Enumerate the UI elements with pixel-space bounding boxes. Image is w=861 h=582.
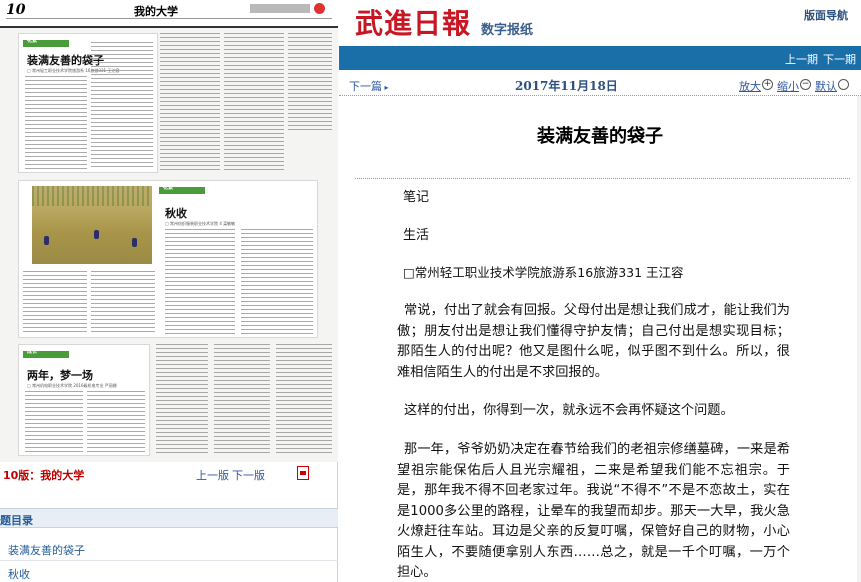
newspaper-logo[interactable]: 武進日報 — [355, 2, 471, 42]
thumbnail-harvest-photo — [32, 186, 152, 264]
pdf-icon[interactable] — [297, 466, 309, 480]
thumbnail-text — [214, 344, 270, 456]
current-version-label: 10版：我的大学 — [3, 469, 85, 482]
next-issue-link[interactable]: 下一期 — [823, 51, 856, 67]
article-scrollbar[interactable] — [857, 96, 861, 582]
thumbnail-text — [224, 33, 284, 173]
thumbnail-article-author: □ 常州机电职业技术学院 2016级机电专业 严丽娜 — [27, 383, 117, 388]
thumbnail-text — [165, 229, 235, 335]
next-article-link[interactable]: 下一篇 — [349, 78, 389, 94]
page-nav-link[interactable]: 版面导航 — [804, 7, 848, 23]
farmer-figure — [132, 238, 137, 247]
thumbnail-text — [276, 344, 332, 456]
article-paragraph-1: 常说，付出了就会有回报。父母付出是想让我们成才，能让我们为傲；朋友付出是想让我们… — [397, 303, 790, 380]
thumbnail-logo-mark — [314, 3, 325, 14]
article-paragraph-2: 这样的付出，你得到一次，就永远不会再怀疑这个问题。 — [404, 403, 734, 418]
directory-header: 题目录 — [0, 508, 338, 528]
thumbnail-text — [91, 271, 155, 335]
directory-item-2[interactable]: 秋收 — [8, 566, 30, 582]
thumbnail-text — [160, 33, 220, 173]
article-panel: 武進日報 数字报纸 版面导航 上一期 下一期 下一篇 2017年11月18日 放… — [339, 0, 861, 582]
thumbnail-page-title: 我的大学 — [134, 5, 178, 18]
thumbnail-text — [87, 391, 145, 453]
article-paragraph-3: 那一年，爷爷奶奶决定在春节给我们的老祖宗修缮墓碑，一来是希望祖宗能保佑后人且光宗… — [397, 442, 790, 580]
thumbnail-article-title: 秋收 — [165, 207, 187, 220]
default-size-icon[interactable] — [838, 79, 849, 90]
default-size-link[interactable]: 默认 — [815, 78, 837, 94]
zoom-in-link[interactable]: 放大 — [739, 78, 761, 94]
site-header: 武進日報 数字报纸 版面导航 — [339, 0, 861, 46]
page-thumbnail-panel: 10 我的大学 花絮 装满友善的袋子 □ 常州轻工职业技术学院旅游系 16旅游3… — [0, 0, 338, 582]
article-category-2: 生活 — [403, 228, 430, 243]
thumbnail-text — [156, 344, 208, 456]
newspaper-page-thumbnail[interactable]: 10 我的大学 花絮 装满友善的袋子 □ 常州轻工职业技术学院旅游系 16旅游3… — [0, 0, 338, 462]
thumbnail-tag: 花絮 — [163, 185, 174, 191]
prev-issue-link[interactable]: 上一期 — [785, 51, 818, 67]
thumbnail-text — [23, 271, 87, 335]
directory-item-1[interactable]: 装满友善的袋子 — [8, 542, 85, 558]
prev-version-link[interactable]: 上一版 — [196, 467, 229, 483]
thumbnail-text — [25, 76, 87, 170]
thumbnail-article-1[interactable]: 花絮 装满友善的袋子 □ 常州轻工职业技术学院旅游系 16旅游331 王江容 — [18, 33, 158, 173]
thumbnail-tag: 花絮 — [27, 38, 38, 44]
farmer-figure — [94, 230, 99, 239]
next-version-link[interactable]: 下一版 — [232, 467, 265, 483]
thumbnail-text — [288, 33, 332, 133]
thumbnail-text — [241, 229, 313, 335]
thumbnail-page-number: 10 — [6, 2, 26, 18]
article-category-1: 笔记 — [403, 190, 430, 205]
thumbnail-article-title: 两年，梦一场 — [27, 369, 93, 382]
directory-divider — [0, 560, 338, 561]
thumbnail-tag: 成长 — [27, 349, 38, 355]
thumbnail-masthead: 10 我的大学 — [0, 0, 338, 28]
farmer-figure — [44, 236, 49, 245]
logo-subtitle: 数字报纸 — [481, 23, 534, 38]
thumbnail-text — [25, 391, 83, 453]
thumbnail-text — [91, 42, 153, 170]
directory-title: 题目录 — [0, 514, 33, 527]
article-toolbar: 下一篇 2017年11月18日 放大 + 缩小 − 默认 — [339, 74, 861, 96]
zoom-out-icon[interactable]: − — [800, 79, 811, 90]
thumbnail-article-author: □ 常州纺织服装职业技术学院 4 栾敏敏 — [165, 221, 236, 226]
article-title: 装满友善的袋子 — [537, 126, 663, 147]
zoom-out-link[interactable]: 缩小 — [777, 78, 799, 94]
issue-nav-bar: 上一期 下一期 — [339, 46, 861, 70]
thumbnail-logo — [250, 4, 310, 13]
article-author: □常州轻工职业技术学院旅游系16旅游331 王江容 — [403, 265, 684, 280]
issue-date: 2017年11月18日 — [515, 79, 618, 93]
thumbnail-rule — [6, 18, 332, 19]
zoom-in-icon[interactable]: + — [762, 79, 773, 90]
thumbnail-article-3[interactable]: 成长 两年，梦一场 □ 常州机电职业技术学院 2016级机电专业 严丽娜 — [18, 344, 150, 456]
title-divider — [355, 178, 850, 179]
